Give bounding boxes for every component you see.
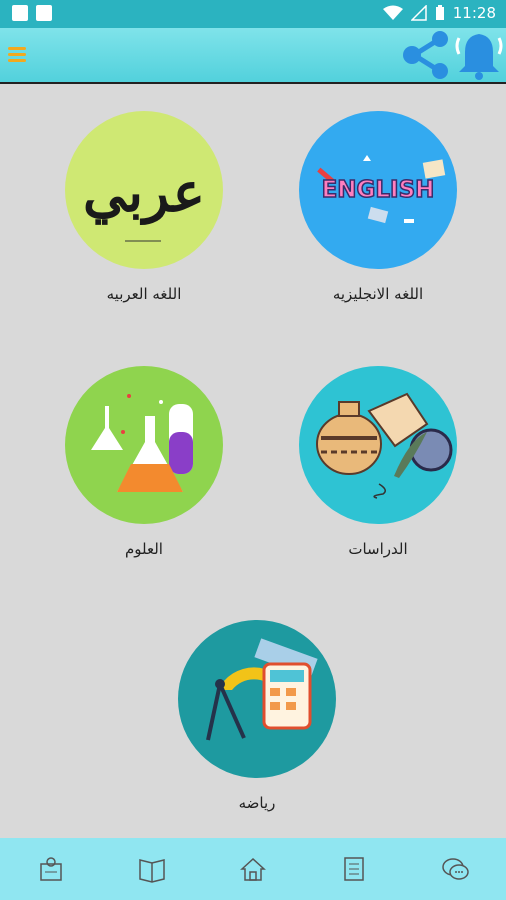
subject-english[interactable]: ENGLISH اللغه الانجليزيه	[298, 111, 458, 303]
signal-icon	[410, 5, 427, 21]
chat-icon[interactable]	[435, 849, 475, 889]
school-icon[interactable]	[31, 849, 71, 889]
wifi-icon	[382, 5, 403, 20]
clock: 11:28	[452, 4, 496, 22]
english-image: ENGLISH	[299, 111, 457, 269]
home-icon[interactable]	[233, 849, 273, 889]
notes-icon[interactable]	[334, 849, 374, 889]
status-notifications	[12, 5, 52, 21]
subject-science-label: العلوم	[125, 540, 163, 558]
subject-english-label: اللغه الانجليزيه	[332, 285, 424, 303]
arabic-image: عربي	[65, 111, 223, 269]
hamburger-icon[interactable]	[8, 44, 26, 64]
notification-icon	[36, 5, 52, 21]
subject-arabic-label: اللغه العربيه	[106, 285, 182, 303]
arabic-art-text: عربي	[83, 160, 205, 226]
math-image	[178, 620, 336, 778]
battery-icon	[435, 5, 444, 20]
book-icon[interactable]	[132, 849, 172, 889]
bell-icon[interactable]	[455, 28, 503, 80]
status-bar: 11:28	[0, 0, 506, 28]
subject-social-studies-label: الدراسات	[348, 540, 408, 558]
science-image	[65, 366, 223, 524]
share-icon[interactable]	[400, 30, 452, 80]
subject-social-studies[interactable]: الدراسات	[298, 366, 458, 558]
image-notification-icon	[12, 5, 28, 21]
bottom-nav	[0, 838, 506, 900]
subject-math-label: رياضه	[238, 794, 276, 812]
social-studies-image	[299, 366, 457, 524]
subject-math[interactable]: رياضه	[177, 620, 337, 812]
english-art-text: ENGLISH	[322, 177, 435, 203]
subject-science[interactable]: العلوم	[64, 366, 224, 558]
subject-arabic[interactable]: عربي اللغه العربيه	[64, 111, 224, 303]
